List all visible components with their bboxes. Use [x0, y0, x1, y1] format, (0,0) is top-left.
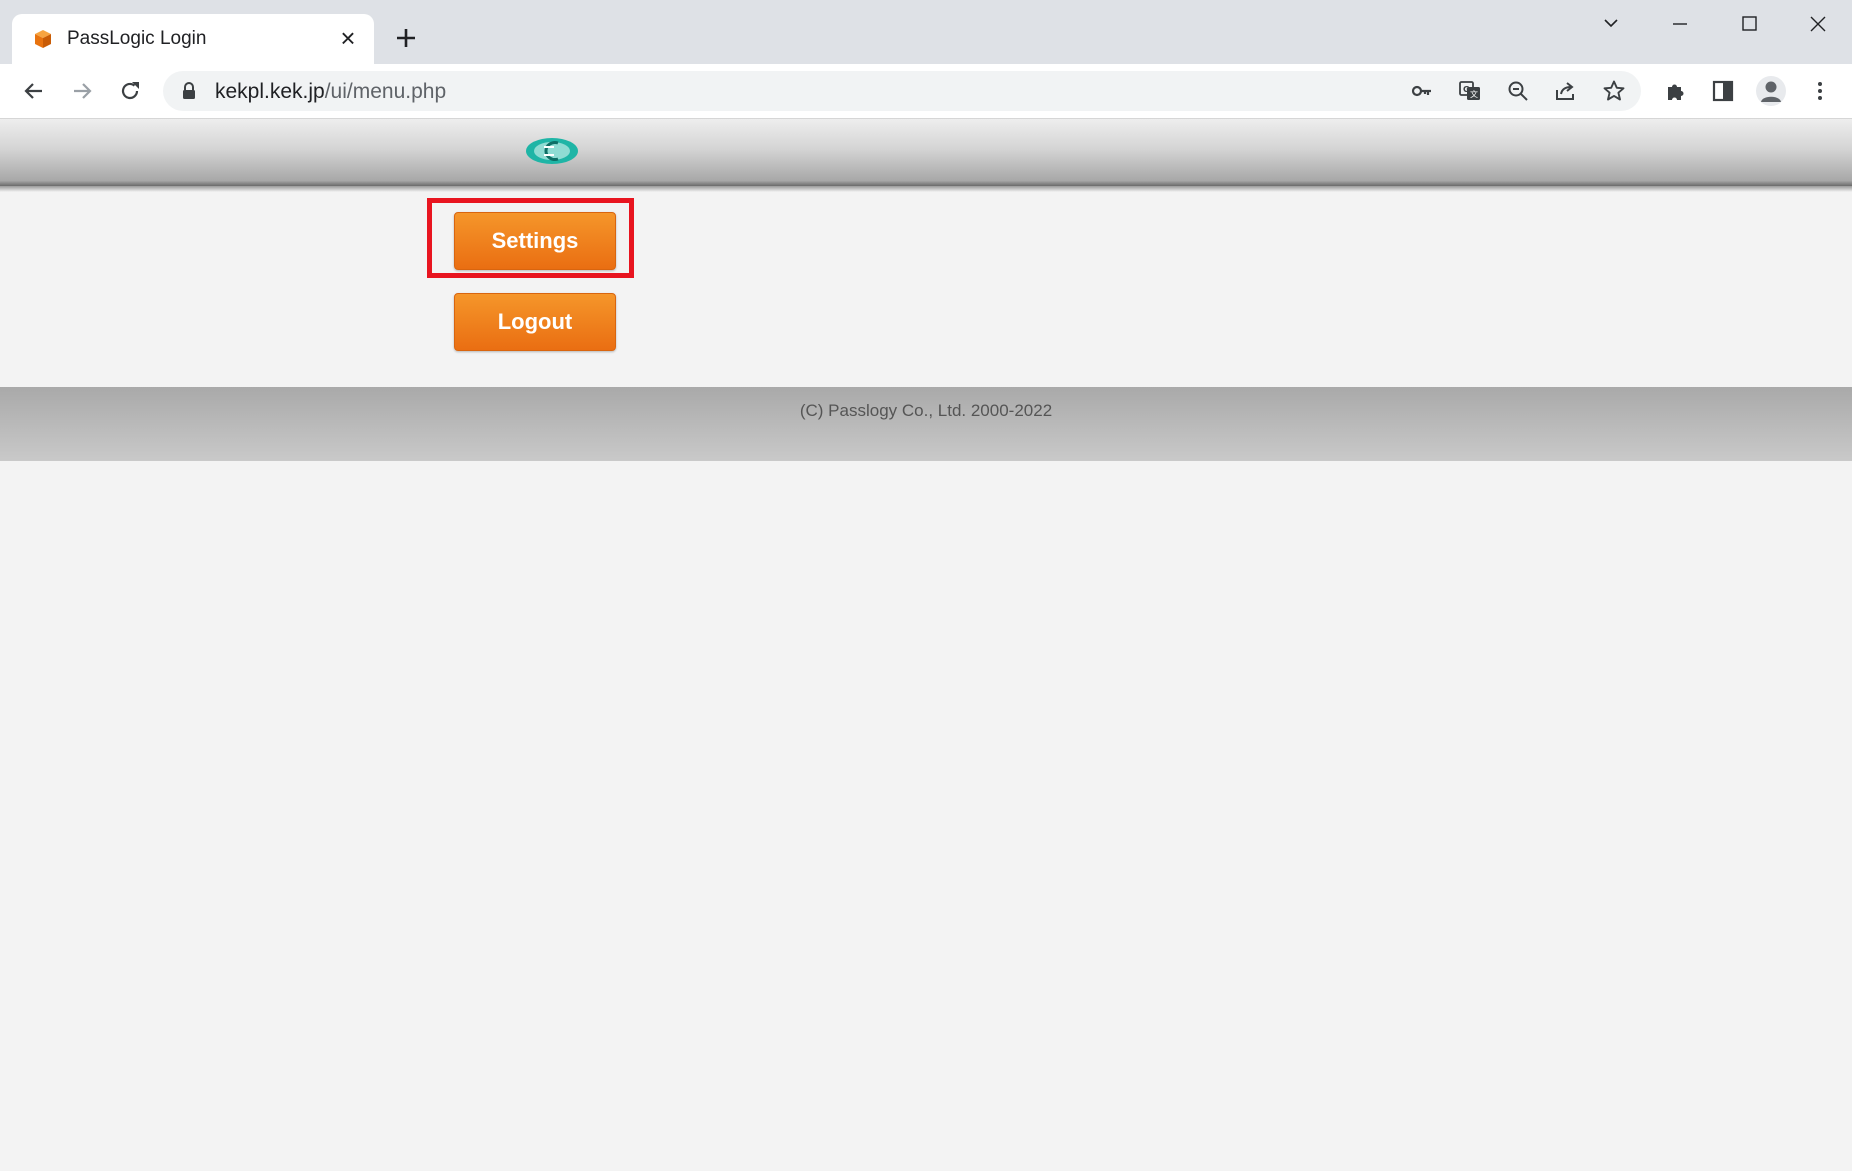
header-shadow: [0, 186, 1852, 192]
close-icon[interactable]: ×: [336, 25, 360, 51]
browser-tab-active[interactable]: PassLogic Login ×: [12, 14, 374, 64]
url-host: kekpl.kek.jp: [215, 80, 325, 103]
browser-toolbar: kekpl.kek.jp/ui/menu.php G 文: [0, 64, 1852, 119]
chevron-down-icon[interactable]: [1589, 12, 1633, 36]
address-bar[interactable]: kekpl.kek.jp/ui/menu.php G 文: [163, 71, 1641, 111]
svg-text:G: G: [1463, 85, 1470, 94]
copyright-text: (C) Passlogy Co., Ltd. 2000-2022: [799, 401, 1053, 420]
page-header: [0, 119, 1852, 186]
puzzle-icon[interactable]: [1664, 79, 1688, 103]
reload-icon[interactable]: [118, 79, 142, 103]
arrow-right-icon[interactable]: [70, 79, 94, 103]
tab-title: PassLogic Login: [67, 28, 207, 49]
svg-text:文: 文: [1470, 89, 1478, 99]
star-icon[interactable]: [1602, 79, 1626, 103]
translate-icon[interactable]: G 文: [1458, 79, 1482, 103]
settings-button[interactable]: Settings: [454, 212, 616, 270]
browser-tab-strip: PassLogic Login ×: [0, 0, 1852, 64]
side-panel-icon[interactable]: [1711, 79, 1735, 103]
page-footer: (C) Passlogy Co., Ltd. 2000-2022: [0, 387, 1852, 461]
arrow-left-icon[interactable]: [22, 79, 46, 103]
kebab-menu-icon[interactable]: [1808, 79, 1832, 103]
window-close-icon[interactable]: [1796, 12, 1840, 36]
zoom-out-icon[interactable]: [1506, 79, 1530, 103]
profile-icon[interactable]: [1756, 76, 1786, 106]
share-icon[interactable]: [1554, 79, 1578, 103]
url-path: /ui/menu.php: [324, 80, 447, 103]
plus-icon[interactable]: [392, 24, 420, 52]
key-icon[interactable]: [1410, 79, 1434, 103]
logout-button[interactable]: Logout: [454, 293, 616, 351]
lock-icon[interactable]: [181, 82, 197, 100]
minimize-icon[interactable]: [1658, 12, 1702, 36]
avatar: [1761, 81, 1781, 102]
maximize-icon[interactable]: [1727, 12, 1771, 36]
passlogy-logo: [526, 138, 578, 164]
url-text[interactable]: kekpl.kek.jp/ui/menu.php: [215, 80, 446, 104]
passlogic-cube-icon: [35, 30, 51, 48]
